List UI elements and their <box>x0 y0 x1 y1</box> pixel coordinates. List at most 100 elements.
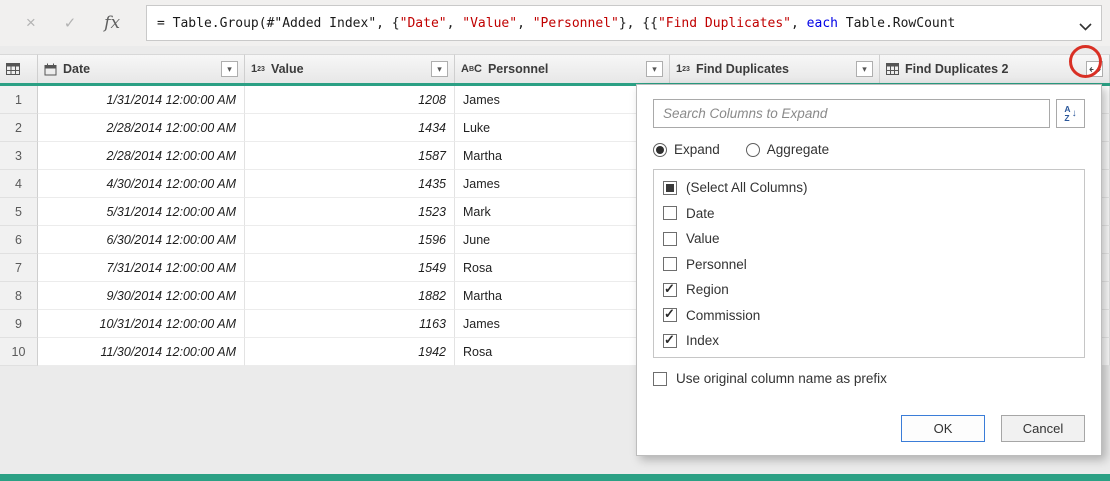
formula-token: , <box>517 16 533 31</box>
formula-token: "Personnel" <box>533 16 619 31</box>
cell-date[interactable]: 10/31/2014 12:00:00 AM <box>38 310 245 338</box>
column-option[interactable]: Personnel <box>663 252 1075 278</box>
column-option-label: Value <box>686 231 720 246</box>
cell-value[interactable]: 1208 <box>245 86 455 114</box>
mode-options: Expand Aggregate <box>653 142 1085 157</box>
table-menu-header[interactable] <box>0 54 38 83</box>
cell-date[interactable]: 2/28/2014 12:00:00 AM <box>38 114 245 142</box>
column-header-personnel[interactable]: ABC Personnel ▾ <box>455 54 670 83</box>
filter-dropdown-button[interactable]: ▾ <box>431 61 448 77</box>
radio-aggregate[interactable]: Aggregate <box>746 142 829 157</box>
formula-token: "Value" <box>462 16 517 31</box>
fx-icon: fx <box>104 13 120 33</box>
column-label: Find Duplicates 2 <box>905 62 1009 76</box>
column-option[interactable]: Region <box>663 277 1075 303</box>
formula-expand-chevron-icon[interactable] <box>1079 20 1092 35</box>
cell-value[interactable]: 1596 <box>245 226 455 254</box>
checkbox-icon <box>663 283 677 297</box>
checkbox-icon <box>663 206 677 220</box>
column-label: Find Duplicates <box>696 62 789 76</box>
row-number[interactable]: 6 <box>0 226 38 254</box>
prefix-option[interactable]: Use original column name as prefix <box>653 371 1085 386</box>
filter-dropdown-button[interactable]: ▾ <box>856 61 873 77</box>
column-label: Personnel <box>488 62 548 76</box>
row-number[interactable]: 7 <box>0 254 38 282</box>
checkbox-icon <box>663 308 677 322</box>
radio-icon <box>746 143 760 157</box>
formula-token: Table.RowCount <box>838 16 955 31</box>
table-type-icon[interactable] <box>886 63 899 75</box>
ok-button[interactable]: OK <box>901 415 985 442</box>
row-number[interactable]: 4 <box>0 170 38 198</box>
radio-expand[interactable]: Expand <box>653 142 720 157</box>
cell-date[interactable]: 7/31/2014 12:00:00 AM <box>38 254 245 282</box>
row-number[interactable]: 1 <box>0 86 38 114</box>
sort-az-icon: AZ <box>1064 105 1070 122</box>
cell-value[interactable]: 1942 <box>245 338 455 366</box>
formula-token: "Find Duplicates" <box>658 16 791 31</box>
cancel-button[interactable]: Cancel <box>1001 415 1085 442</box>
filter-dropdown-button[interactable]: ▾ <box>646 61 663 77</box>
column-option[interactable]: Date <box>663 201 1075 227</box>
column-option-label: (Select All Columns) <box>686 180 808 195</box>
column-header-fd[interactable]: 123 Find Duplicates ▾ <box>670 54 880 83</box>
column-option-label: Date <box>686 206 715 221</box>
columns-listbox: (Select All Columns) Date Value Personnel Re… <box>653 169 1085 358</box>
row-number[interactable]: 2 <box>0 114 38 142</box>
cell-value[interactable]: 1549 <box>245 254 455 282</box>
column-header-date[interactable]: Date▾ <box>38 54 245 83</box>
column-option[interactable]: Value <box>663 226 1075 252</box>
cell-date[interactable]: 6/30/2014 12:00:00 AM <box>38 226 245 254</box>
cell-value[interactable]: 1882 <box>245 282 455 310</box>
sort-az-button[interactable]: AZ ↓ <box>1056 99 1085 128</box>
commit-formula-icon[interactable]: ✓ <box>64 14 77 32</box>
prefix-checkbox[interactable] <box>653 372 667 386</box>
cell-value[interactable]: 1523 <box>245 198 455 226</box>
cell-date[interactable]: 1/31/2014 12:00:00 AM <box>38 86 245 114</box>
checkbox-icon <box>663 181 677 195</box>
column-label: Value <box>271 62 304 76</box>
column-option[interactable]: (Select All Columns) <box>663 175 1075 201</box>
row-number[interactable]: 9 <box>0 310 38 338</box>
cell-date[interactable]: 4/30/2014 12:00:00 AM <box>38 170 245 198</box>
panel-buttons: OK Cancel <box>901 415 1085 442</box>
number-type-icon[interactable]: 123 <box>676 64 690 75</box>
radio-label: Expand <box>674 142 720 157</box>
row-number[interactable]: 8 <box>0 282 38 310</box>
sort-arrow-icon: ↓ <box>1072 108 1077 119</box>
cell-value[interactable]: 1163 <box>245 310 455 338</box>
column-header-value[interactable]: 123 Value ▾ <box>245 54 455 83</box>
checkbox-icon <box>663 232 677 246</box>
cell-value[interactable]: 1434 <box>245 114 455 142</box>
filter-dropdown-button[interactable]: ▾ <box>221 61 238 77</box>
radio-label: Aggregate <box>767 142 829 157</box>
cell-value[interactable]: 1435 <box>245 170 455 198</box>
formula-text: = Table.Group(#"Added Index", {"Date", "… <box>157 16 955 31</box>
column-option-label: Index <box>686 333 719 348</box>
cell-date[interactable]: 11/30/2014 12:00:00 AM <box>38 338 245 366</box>
table-menu-icon <box>6 63 20 75</box>
number-type-icon[interactable]: 123 <box>251 64 265 75</box>
cell-value[interactable]: 1587 <box>245 142 455 170</box>
checkbox-icon <box>663 334 677 348</box>
row-number[interactable]: 3 <box>0 142 38 170</box>
row-number[interactable]: 5 <box>0 198 38 226</box>
status-accent-bar <box>0 474 1110 481</box>
cell-date[interactable]: 9/30/2014 12:00:00 AM <box>38 282 245 310</box>
formula-token: each <box>807 16 838 31</box>
checkbox-icon <box>663 257 677 271</box>
formula-token: }, {{ <box>619 16 658 31</box>
search-columns-input[interactable] <box>653 99 1050 128</box>
cell-date[interactable]: 5/31/2014 12:00:00 AM <box>38 198 245 226</box>
date-type-icon[interactable] <box>44 63 57 76</box>
column-option-label: Region <box>686 282 729 297</box>
formula-input[interactable]: = Table.Group(#"Added Index", {"Date", "… <box>146 5 1102 41</box>
cell-date[interactable]: 2/28/2014 12:00:00 AM <box>38 142 245 170</box>
column-option[interactable]: Index <box>663 328 1075 354</box>
column-option-label: Commission <box>686 308 760 323</box>
formula-token: , <box>791 16 807 31</box>
cancel-formula-icon[interactable]: × <box>26 13 36 33</box>
column-option[interactable]: Commission <box>663 303 1075 329</box>
text-type-icon[interactable]: ABC <box>461 64 482 75</box>
row-number[interactable]: 10 <box>0 338 38 366</box>
